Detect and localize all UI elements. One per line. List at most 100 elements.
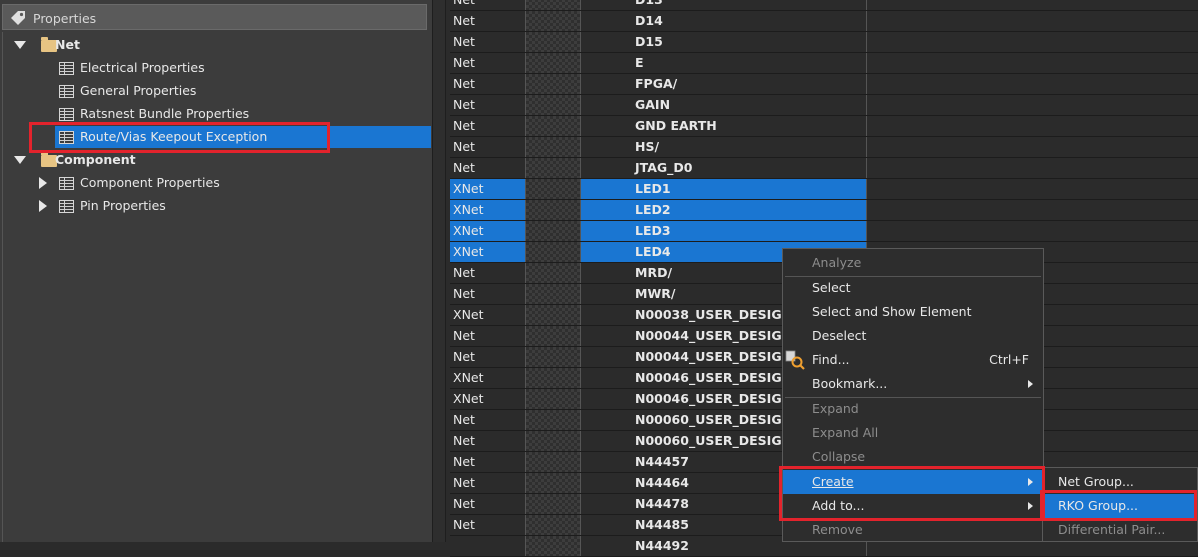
table-row[interactable]: Net GND EARTH <box>450 116 1198 137</box>
submenu-item-differential-pair[interactable]: Differential Pair... <box>1043 518 1197 542</box>
net-name-cell: JTAG_D0 <box>581 158 867 178</box>
hatched-cell <box>526 137 581 157</box>
net-type-cell: Net <box>450 515 526 535</box>
hatched-cell <box>526 410 581 430</box>
menu-item-label: Bookmark... <box>812 376 888 391</box>
table-row[interactable]: Net D13 <box>450 0 1198 11</box>
net-name-cell: D14 <box>581 11 867 31</box>
net-type-cell <box>450 536 526 556</box>
tree-item-electrical-properties[interactable]: Electrical Properties <box>55 57 431 79</box>
net-type-cell: XNet <box>450 200 526 220</box>
table-icon <box>59 108 74 121</box>
net-type-cell: XNet <box>450 305 526 325</box>
find-icon <box>785 350 805 370</box>
table-icon <box>59 62 74 75</box>
hatched-cell <box>526 494 581 514</box>
menu-item-select[interactable]: Select <box>783 276 1043 300</box>
table-icon <box>59 85 74 98</box>
hatched-cell <box>526 368 581 388</box>
net-type-cell: Net <box>450 53 526 73</box>
hatched-cell <box>526 431 581 451</box>
properties-panel: Properties Net Electrical Properties Gen… <box>0 0 432 542</box>
net-type-cell: Net <box>450 158 526 178</box>
hatched-cell <box>526 179 581 199</box>
net-type-cell: Net <box>450 32 526 52</box>
tree-node-net[interactable]: Net <box>11 34 431 56</box>
net-type-cell: Net <box>450 431 526 451</box>
net-name-cell: GAIN <box>581 95 867 115</box>
table-row[interactable]: Net JTAG_D0 <box>450 158 1198 179</box>
net-type-cell: XNet <box>450 368 526 388</box>
net-name-cell: D13 <box>581 0 867 10</box>
tree-item-label: Pin Properties <box>80 198 166 213</box>
splitter[interactable] <box>432 0 446 542</box>
properties-tree: Net Electrical Properties General Proper… <box>2 32 431 542</box>
shortcut-label: Ctrl+F <box>989 352 1029 367</box>
table-row[interactable]: XNet LED1 <box>450 179 1198 200</box>
net-type-cell: XNet <box>450 221 526 241</box>
chevron-right-icon[interactable] <box>39 177 47 189</box>
net-name-cell: D15 <box>581 32 867 52</box>
chevron-down-icon[interactable] <box>14 41 26 49</box>
tree-item-pin-properties[interactable]: Pin Properties <box>39 195 431 217</box>
menu-item-analyze[interactable]: Analyze <box>783 251 1043 275</box>
properties-header: Properties <box>2 4 427 30</box>
menu-item-label: Find... <box>812 352 850 367</box>
net-name-cell: LED3 <box>581 221 867 241</box>
hatched-cell <box>526 452 581 472</box>
hatched-cell <box>526 284 581 304</box>
menu-item-remove[interactable]: Remove <box>783 518 1043 542</box>
net-name-cell: LED1 <box>581 179 867 199</box>
table-row[interactable]: Net D15 <box>450 32 1198 53</box>
highlight-box <box>29 122 330 153</box>
table-icon <box>59 177 74 190</box>
net-type-cell: Net <box>450 116 526 136</box>
net-type-cell: Net <box>450 95 526 115</box>
table-row[interactable]: Net HS/ <box>450 137 1198 158</box>
net-type-cell: XNet <box>450 179 526 199</box>
table-row[interactable]: Net D14 <box>450 11 1198 32</box>
table-row[interactable]: Net E <box>450 53 1198 74</box>
menu-item-select-and-show[interactable]: Select and Show Element <box>783 300 1043 324</box>
table-row[interactable]: XNet LED3 <box>450 221 1198 242</box>
hatched-cell <box>526 242 581 262</box>
tree-item-label: General Properties <box>80 83 197 98</box>
submenu-arrow-icon <box>1028 380 1033 388</box>
hatched-cell <box>526 95 581 115</box>
hatched-cell <box>526 263 581 283</box>
table-row[interactable]: Net GAIN <box>450 95 1198 116</box>
net-type-cell: XNet <box>450 389 526 409</box>
net-type-cell: Net <box>450 74 526 94</box>
net-name-cell: GND EARTH <box>581 116 867 136</box>
net-name-cell: LED2 <box>581 200 867 220</box>
chevron-right-icon[interactable] <box>39 200 47 212</box>
table-row[interactable]: XNet LED2 <box>450 200 1198 221</box>
hatched-cell <box>526 32 581 52</box>
chevron-down-icon[interactable] <box>14 156 26 164</box>
hatched-cell <box>526 53 581 73</box>
table-row[interactable]: Net FPGA/ <box>450 74 1198 95</box>
menu-item-bookmark[interactable]: Bookmark... <box>783 372 1043 396</box>
tree-item-general-properties[interactable]: General Properties <box>55 80 431 102</box>
tree-item-label: Electrical Properties <box>80 60 205 75</box>
net-name-cell: HS/ <box>581 137 867 157</box>
net-type-cell: Net <box>450 473 526 493</box>
hatched-cell <box>526 74 581 94</box>
menu-item-expand-all[interactable]: Expand All <box>783 421 1043 445</box>
table-icon <box>59 200 74 213</box>
menu-item-find[interactable]: Find... Ctrl+F <box>783 348 1043 372</box>
menu-item-expand[interactable]: Expand <box>783 397 1043 421</box>
hatched-cell <box>526 536 581 556</box>
net-type-cell: Net <box>450 11 526 31</box>
hatched-cell <box>526 11 581 31</box>
hatched-cell <box>526 347 581 367</box>
panel-title: Properties <box>33 11 97 26</box>
net-type-cell: Net <box>450 284 526 304</box>
menu-item-deselect[interactable]: Deselect <box>783 324 1043 348</box>
net-type-cell: Net <box>450 0 526 10</box>
tag-icon <box>11 11 25 25</box>
hatched-cell <box>526 515 581 535</box>
tree-item-component-properties[interactable]: Component Properties <box>39 172 431 194</box>
net-name-cell: E <box>581 53 867 73</box>
hatched-cell <box>526 158 581 178</box>
